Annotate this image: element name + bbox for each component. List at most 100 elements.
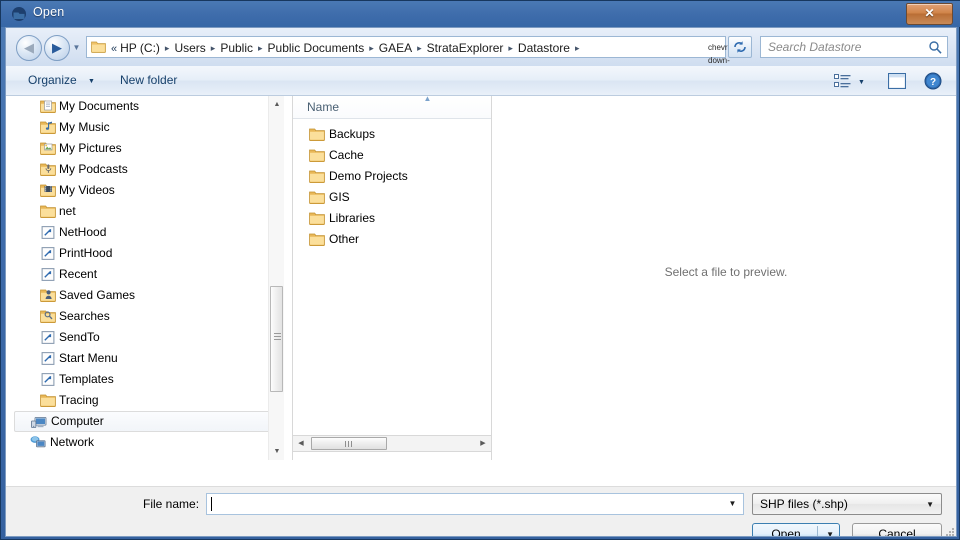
file-type-value: SHP files (*.shp) — [760, 496, 848, 513]
pane-splitter-left[interactable] — [286, 96, 290, 460]
sidebar-item-label: My Music — [59, 120, 110, 134]
breadcrumb-item-gaea[interactable]: GAEA — [379, 41, 412, 55]
open-button-label: Open — [753, 526, 819, 537]
chevron-down-icon: ▼ — [73, 43, 81, 52]
breadcrumb-item-datastore[interactable]: Datastore — [518, 41, 570, 55]
address-dropdown-button[interactable]: chevron-down-icon — [708, 41, 721, 54]
file-row-other[interactable]: Other — [293, 229, 491, 250]
file-row-label: Libraries — [329, 211, 375, 225]
resize-grip[interactable] — [944, 525, 956, 537]
sidebar-item-sendto[interactable]: SendTo — [14, 327, 284, 348]
sidebar-item-recent[interactable]: Recent — [14, 264, 284, 285]
horizontal-scroll-thumb[interactable] — [311, 437, 387, 450]
back-button[interactable]: ◀ — [16, 35, 42, 61]
network-icon — [30, 435, 46, 450]
file-name-dropdown-button[interactable]: ▼ — [723, 495, 742, 513]
sidebar-scroll-thumb[interactable] — [270, 286, 283, 392]
breadcrumb-overflow[interactable]: « — [111, 43, 120, 55]
file-row-label: GIS — [329, 190, 350, 204]
address-bar[interactable]: «HP (C:)▸Users▸Public▸Public Documents▸G… — [86, 36, 726, 58]
new-folder-button[interactable]: New folder — [120, 72, 177, 89]
breadcrumb-separator[interactable]: ▸ — [364, 43, 379, 53]
close-icon: ✕ — [907, 6, 952, 20]
cancel-button-label: Cancel — [853, 526, 941, 537]
sidebar-item-my-pictures[interactable]: My Pictures — [14, 138, 284, 159]
file-name-input[interactable]: ▼ — [206, 493, 744, 515]
sidebar-item-my-podcasts[interactable]: My Podcasts — [14, 159, 284, 180]
view-mode-icon[interactable] — [834, 74, 851, 88]
preview-pane-icon[interactable] — [888, 73, 906, 89]
column-header-name[interactable]: Name ▲ — [293, 96, 491, 119]
scroll-left-button[interactable]: ◀ — [293, 436, 309, 451]
folder-icon — [40, 204, 56, 219]
organize-button[interactable]: Organize — [28, 72, 77, 89]
breadcrumb-separator[interactable]: ▸ — [412, 43, 427, 53]
pictures-folder-icon — [40, 141, 56, 156]
cancel-button[interactable]: Cancel — [852, 523, 942, 537]
sidebar-item-nethood[interactable]: NetHood — [14, 222, 284, 243]
close-button[interactable]: ✕ — [906, 3, 953, 25]
music-folder-icon — [40, 120, 56, 135]
file-list-horizontal-scrollbar[interactable]: ◀ ▶ — [292, 435, 492, 452]
file-row-libraries[interactable]: Libraries — [293, 208, 491, 229]
breadcrumb-separator[interactable]: ▸ — [253, 43, 268, 53]
dialog-content: ◀ ▶ ▼ «HP (C:)▸Users▸Public▸Public Docum… — [5, 27, 957, 537]
scroll-right-button[interactable]: ▶ — [475, 436, 491, 451]
breadcrumb-separator[interactable]: ▸ — [206, 43, 221, 53]
sidebar-item-saved-games[interactable]: Saved Games — [14, 285, 284, 306]
file-row-gis[interactable]: GIS — [293, 187, 491, 208]
command-bar: Organize ▼ New folder ▼ — [6, 66, 957, 96]
sidebar-item-net[interactable]: net — [14, 201, 284, 222]
pane-splitter-right[interactable] — [494, 96, 498, 460]
breadcrumb-item-strataexplorer[interactable]: StrataExplorer — [427, 41, 504, 55]
sidebar-item-searches[interactable]: Searches — [14, 306, 284, 327]
sidebar-scrollbar[interactable]: ▲ ▼ — [268, 96, 284, 460]
sidebar-item-label: Searches — [59, 309, 110, 323]
navigation-pane: My Documents My Music My Pictures My Podcas… — [14, 96, 284, 460]
shortcut-folder-icon — [40, 267, 56, 282]
scroll-up-button[interactable]: ▲ — [269, 96, 285, 113]
file-row-backups[interactable]: Backups — [293, 124, 491, 145]
open-file-dialog: Open ✕ ◀ ▶ ▼ — [0, 0, 960, 540]
file-type-select[interactable]: SHP files (*.shp) ▼ — [752, 493, 942, 515]
chevron-down-icon[interactable]: ▼ — [858, 79, 865, 86]
help-icon[interactable]: ? — [924, 72, 942, 90]
sidebar-item-computer[interactable]: Computer — [14, 411, 284, 432]
folder-icon — [309, 211, 325, 226]
breadcrumb-item-users[interactable]: Users — [174, 41, 205, 55]
open-split-dropdown-icon[interactable]: ▼ — [826, 526, 834, 537]
scroll-down-button[interactable]: ▼ — [269, 443, 285, 460]
breadcrumb-item-hp-c[interactable]: HP (C:) — [120, 41, 160, 55]
column-header-label: Name — [307, 99, 339, 116]
sidebar-item-my-documents[interactable]: My Documents — [14, 96, 284, 117]
file-row-cache[interactable]: Cache — [293, 145, 491, 166]
breadcrumb-item-public-documents[interactable]: Public Documents — [268, 41, 365, 55]
search-input[interactable]: Search Datastore — [760, 36, 948, 58]
breadcrumb-separator[interactable]: ▸ — [160, 43, 175, 53]
shortcut-folder-icon — [40, 372, 56, 387]
breadcrumb-separator[interactable]: ▸ — [570, 43, 585, 53]
folder-icon — [309, 232, 325, 247]
chevron-down-icon[interactable]: ▼ — [88, 78, 95, 85]
breadcrumb-item-public[interactable]: Public — [220, 41, 253, 55]
sidebar-item-my-videos[interactable]: My Videos — [14, 180, 284, 201]
sidebar-item-my-music[interactable]: My Music — [14, 117, 284, 138]
sidebar-item-label: My Podcasts — [59, 162, 128, 176]
sidebar-item-start-menu[interactable]: Start Menu — [14, 348, 284, 369]
title-bar[interactable]: Open ✕ — [1, 1, 960, 27]
sidebar-item-templates[interactable]: Templates — [14, 369, 284, 390]
split-divider — [817, 526, 818, 537]
open-button[interactable]: Open ▼ — [752, 523, 840, 537]
sidebar-item-label: Network — [50, 435, 94, 449]
preview-message: Select a file to preview. — [500, 265, 952, 279]
shortcut-folder-icon — [40, 246, 56, 261]
sidebar-item-printhood[interactable]: PrintHood — [14, 243, 284, 264]
sidebar-item-network[interactable]: Network — [14, 432, 284, 453]
file-row-demo-projects[interactable]: Demo Projects — [293, 166, 491, 187]
sidebar-item-tracing[interactable]: Tracing — [14, 390, 284, 411]
refresh-button[interactable] — [728, 36, 752, 58]
file-row-label: Demo Projects — [329, 169, 408, 183]
breadcrumb-separator[interactable]: ▸ — [503, 43, 518, 53]
recent-locations-button[interactable]: ▼ — [72, 43, 81, 52]
forward-button[interactable]: ▶ — [44, 35, 70, 61]
